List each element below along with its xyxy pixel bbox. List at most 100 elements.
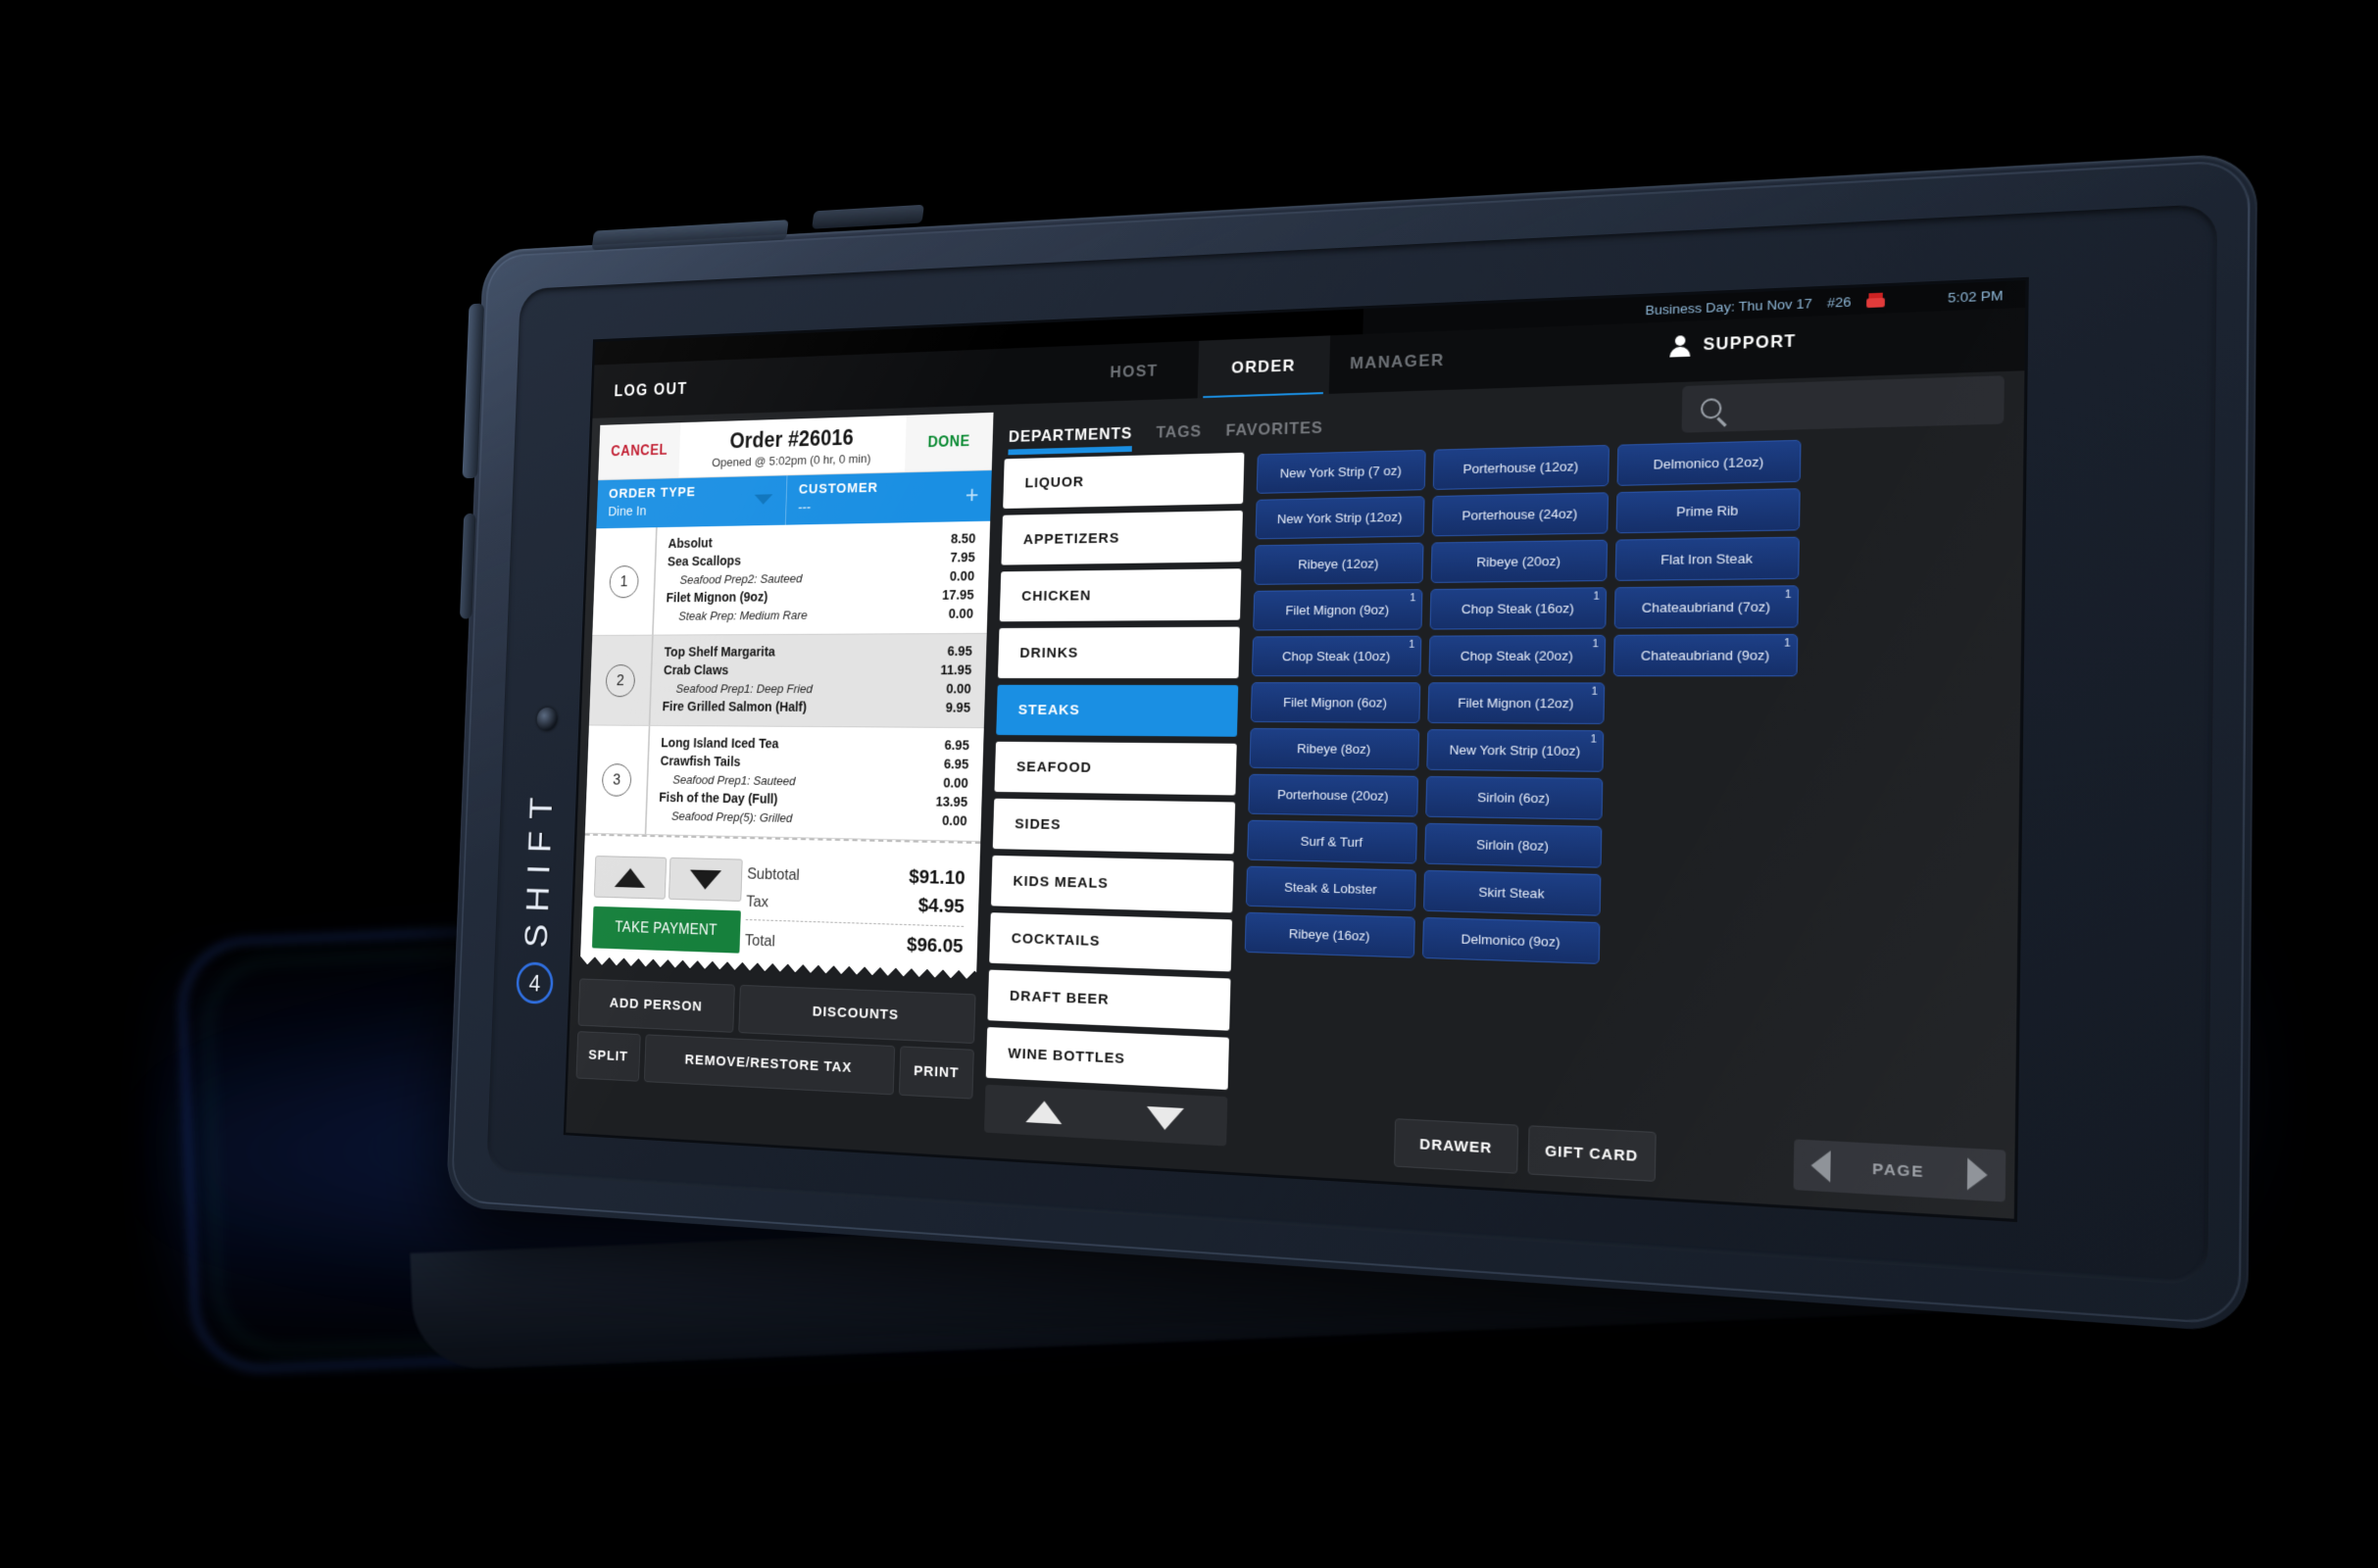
menu-item-label: Steak & Lobster	[1283, 879, 1377, 898]
customer-selector[interactable]: CUSTOMER --- +	[786, 470, 992, 525]
menu-item-button[interactable]: Delmonico (12oz)	[1616, 439, 1802, 486]
customer-label: CUSTOMER	[798, 479, 879, 498]
order-meta-bar: ORDER TYPE Dine In CUSTOMER --- +	[596, 470, 992, 529]
order-count-label: #26	[1826, 293, 1852, 311]
seat-number: 1	[592, 527, 656, 635]
order-seat[interactable]: 2 Top Shelf Margarita 6.95 Crab Claws 11.95 S…	[588, 633, 987, 729]
tab-host[interactable]: HOST	[1069, 340, 1200, 403]
caret-right-icon[interactable]	[1966, 1157, 1988, 1192]
print-button[interactable]: PRINT	[898, 1046, 974, 1100]
device-top-ridge-secondary	[812, 204, 925, 229]
menu-item-button[interactable]: Porterhouse (24oz)	[1431, 492, 1610, 537]
menu-item-label: New York Strip (7 oz)	[1279, 463, 1402, 481]
menu-item-button[interactable]: Chateaubriand (9oz) 1	[1612, 633, 1799, 677]
search-icon	[1700, 398, 1722, 419]
order-item-price: 0.00	[946, 681, 971, 698]
triangle-up-icon[interactable]	[1025, 1100, 1063, 1124]
page-label: PAGE	[1872, 1159, 1925, 1181]
department-button-wine-bottles[interactable]: WINE BOTTLES	[985, 1027, 1229, 1091]
order-item-price: 8.50	[950, 531, 976, 548]
menu-item-button[interactable]: Filet Mignon (6oz)	[1250, 682, 1421, 723]
department-button-draft-beer[interactable]: DRAFT BEER	[987, 969, 1231, 1031]
order-ticket: CANCEL Order #26016 Opened @ 5:02pm (0 h…	[579, 412, 994, 987]
menu-item-button[interactable]: Chateaubriand (7oz) 1	[1613, 585, 1800, 629]
department-button-cocktails[interactable]: COCKTAILS	[989, 912, 1233, 972]
add-person-button[interactable]: ADD PERSON	[577, 978, 735, 1033]
shift4-wordmark: SHIFT	[518, 785, 560, 949]
menu-item-label: Ribeye (20oz)	[1476, 553, 1561, 570]
menu-item-label: Chateaubriand (9oz)	[1640, 647, 1770, 663]
take-payment-button[interactable]: TAKE PAYMENT	[591, 906, 741, 954]
department-button-kids-meals[interactable]: KIDS MEALS	[990, 855, 1234, 913]
totals-row: Tax $4.95	[745, 886, 966, 927]
add-customer-plus-icon[interactable]: +	[965, 480, 978, 509]
ticket-scroll-controls: TAKE PAYMENT	[580, 856, 747, 954]
tab-order[interactable]: ORDER	[1197, 335, 1331, 399]
discounts-button[interactable]: DISCOUNTS	[738, 984, 976, 1045]
department-button-drinks[interactable]: DRINKS	[997, 626, 1240, 679]
order-item-name: Top Shelf Margarita	[664, 645, 775, 661]
menu-item-qty-badge: 1	[1592, 637, 1599, 651]
order-item-name: Seafood Prep1: Sauteed	[672, 772, 796, 789]
ticket-scroll-down-button[interactable]	[668, 857, 743, 902]
order-item-row[interactable]: Fire Grilled Salmon (Half) 9.95	[651, 698, 985, 717]
order-seat-list: 1 Absolut 8.50 Sea Scallops 7.95 Seafood Prep…	[584, 520, 991, 843]
order-seat[interactable]: 3 Long Island Iced Tea 6.95 Crawfish Tails 6…	[584, 725, 984, 843]
totals-list: Subtotal $91.10 Tax $4.95 Total $96.05	[744, 859, 979, 962]
order-item-row[interactable]: Crab Claws 11.95	[652, 662, 986, 680]
department-button-steaks[interactable]: STEAKS	[996, 684, 1239, 737]
order-item-row[interactable]: Top Shelf Margarita 6.95	[653, 642, 987, 662]
done-button[interactable]: DONE	[904, 412, 994, 472]
gift-card-button[interactable]: GIFT CARD	[1527, 1125, 1657, 1182]
tab-departments[interactable]: DEPARTMENTS	[1008, 424, 1133, 456]
menu-item-button[interactable]: Flat Iron Steak	[1614, 536, 1800, 581]
order-item-modifier[interactable]: Seafood Prep1: Deep Fried 0.00	[651, 680, 985, 699]
menu-item-button[interactable]: Surf & Turf	[1247, 819, 1418, 864]
page-navigator: PAGE	[1793, 1139, 2006, 1202]
business-day-label: Business Day: Thu Nov 17	[1645, 295, 1812, 318]
order-type-selector[interactable]: ORDER TYPE Dine In	[596, 475, 788, 529]
ticket-title-block: Order #26016 Opened @ 5:02pm (0 hr, 0 mi…	[678, 416, 906, 477]
order-item-modifier[interactable]: Steak Prep: Medium Rare 0.00	[654, 605, 988, 625]
menu-item-button[interactable]: Chop Steak (10oz) 1	[1251, 635, 1422, 677]
order-item-price: 7.95	[950, 550, 975, 566]
order-item-name: Long Island Iced Tea	[661, 736, 779, 753]
menu-item-button[interactable]: Sirloin (8oz)	[1424, 822, 1603, 868]
totals-area: TAKE PAYMENT Subtotal $91.10 Tax $4.95 Total…	[580, 844, 980, 972]
order-title: Order #26016	[729, 424, 855, 453]
order-item-price: 0.00	[948, 607, 974, 622]
department-button-seafood[interactable]: SEAFOOD	[994, 741, 1237, 796]
menu-item-label: Chop Steak (16oz)	[1461, 600, 1574, 617]
remove-restore-tax-button[interactable]: REMOVE/RESTORE TAX	[643, 1034, 896, 1096]
support-button[interactable]: SUPPORT	[1669, 331, 1797, 357]
printer-icon	[1866, 293, 1885, 309]
clock-label: 5:02 PM	[1947, 286, 2004, 306]
ticket-scroll-up-button[interactable]	[593, 856, 668, 900]
split-button[interactable]: SPLIT	[575, 1031, 641, 1082]
order-pane: CANCEL Order #26016 Opened @ 5:02pm (0 h…	[574, 412, 994, 1152]
department-button-sides[interactable]: SIDES	[992, 798, 1236, 855]
totals-value: $4.95	[917, 894, 966, 918]
order-action-row-2: SPLIT REMOVE/RESTORE TAX PRINT	[575, 1031, 974, 1100]
menu-item-button[interactable]: Skirt Steak	[1423, 869, 1602, 916]
order-item-name: Crab Claws	[663, 663, 729, 678]
department-button-chicken[interactable]: CHICKEN	[999, 568, 1242, 622]
cancel-button[interactable]: CANCEL	[598, 422, 681, 480]
tab-tags[interactable]: TAGS	[1156, 422, 1202, 452]
department-button-appetizers[interactable]: APPETIZERS	[1001, 510, 1243, 565]
menu-item-button[interactable]: Prime Rib	[1615, 488, 1801, 534]
order-item-price: 6.95	[943, 757, 969, 773]
department-button-liquor[interactable]: LIQUOR	[1003, 452, 1245, 510]
order-seat[interactable]: 1 Absolut 8.50 Sea Scallops 7.95 Seafood Prep…	[592, 520, 991, 636]
order-type-label: ORDER TYPE	[608, 484, 697, 502]
search-input[interactable]	[1681, 375, 2005, 433]
order-item-price: 6.95	[944, 738, 970, 755]
logout-button[interactable]: LOG OUT	[614, 379, 687, 401]
order-opened-label: Opened @ 5:02pm (0 hr, 0 min)	[711, 451, 871, 469]
order-item-price: 0.00	[943, 775, 968, 792]
caret-left-icon[interactable]	[1809, 1149, 1831, 1183]
menu-item-label: Chateaubriand (7oz)	[1641, 599, 1771, 615]
menu-item-button[interactable]: New York Strip (12oz)	[1255, 496, 1425, 540]
menu-item-label: Delmonico (12oz)	[1653, 454, 1764, 472]
triangle-down-icon[interactable]	[1146, 1105, 1184, 1131]
